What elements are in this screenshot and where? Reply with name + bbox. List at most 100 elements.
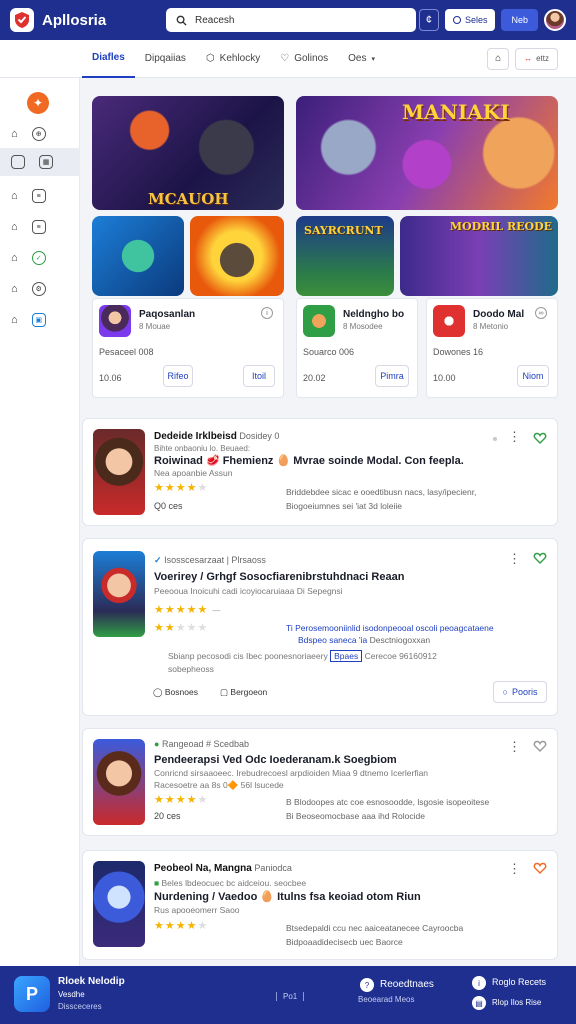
search-icon xyxy=(176,15,187,26)
shuffle-icon: ↔ xyxy=(524,54,533,63)
tab-3[interactable]: ♡ Golinos xyxy=(270,40,338,78)
more-icon[interactable]: ⋮ xyxy=(508,739,521,755)
hero-title: SAYRCRUNT xyxy=(304,224,383,237)
heart-icon[interactable] xyxy=(533,861,547,875)
list-item[interactable]: Peobeol Na, Mangna Paniodca ■ Beles lbde… xyxy=(82,850,558,960)
game-name: Doodo Mal xyxy=(473,309,525,320)
comment-button[interactable]: ◯ Bosnoes xyxy=(153,687,198,698)
item-desc: Racesoetre aa 8s 0🔶 56l lsucede xyxy=(154,780,284,790)
filter-button[interactable]: ↔ ettz xyxy=(515,47,558,70)
search-bar[interactable] xyxy=(166,8,416,32)
hero-banner-right[interactable]: MANIAKI xyxy=(296,96,558,210)
link-icon[interactable]: ∞ xyxy=(535,307,547,319)
account-button[interactable]: Neb xyxy=(501,9,538,31)
footer-logo[interactable]: P xyxy=(14,976,50,1012)
sidebar-item-stats[interactable]: ⌂ ▣ xyxy=(0,306,80,334)
footer-link[interactable]: Roglo Recets xyxy=(492,977,546,987)
hero-title: MCAUOH xyxy=(148,190,229,208)
home-icon: ⌂ xyxy=(11,283,18,295)
hero-title: MODRIL REODE xyxy=(449,220,552,233)
sidebar-item-friends[interactable]: ⌂ ≡ xyxy=(0,213,80,241)
info-icon[interactable]: i xyxy=(472,976,486,990)
verified-icon: ✓ xyxy=(154,555,162,565)
tab-0[interactable]: Diafles xyxy=(82,40,135,78)
sidebar-item-community[interactable]: ⌂ ⚙ xyxy=(0,275,80,303)
footer-brand-sub: Dissceceres xyxy=(58,1002,102,1011)
item-detail-link[interactable]: Bdspeo saneca 'ia xyxy=(298,635,367,645)
tab-4[interactable]: Oes ▾ xyxy=(338,40,385,78)
more-icon[interactable]: ⋮ xyxy=(508,429,521,445)
footer-link[interactable]: Reoedtnaes xyxy=(380,979,434,990)
circle-icon: ○ xyxy=(502,687,508,697)
status-icon: ● xyxy=(154,739,160,749)
sales-button[interactable]: Seles xyxy=(444,9,496,31)
tab-1[interactable]: Dipqaiias xyxy=(135,40,196,78)
list-item[interactable]: Dedeide Irklbeisd Dosidey 0 Roiwinad 🥩 F… xyxy=(82,418,558,526)
search-input[interactable] xyxy=(195,14,395,26)
heart-icon[interactable] xyxy=(533,551,547,565)
heart-icon[interactable] xyxy=(533,739,547,753)
game-downloads: Pesaceel 008 xyxy=(99,347,154,357)
more-icon[interactable]: ⋮ xyxy=(508,551,521,567)
bell-icon: ¢ xyxy=(425,14,433,26)
item-meta-text: Isosscesarzaat | Plrsaoss xyxy=(164,555,266,565)
grid-icon: ▦ xyxy=(39,155,53,169)
footer-brand-sub: Vesdhe xyxy=(58,990,85,999)
sidebar-item-home[interactable]: ⌂ ⊕ xyxy=(0,120,80,148)
item-desc: ■ Beles lbdeocuec bc aidceiou. seocbee xyxy=(154,878,306,888)
globe-icon: ⊕ xyxy=(31,127,46,141)
game-downloads: Dowones 16 xyxy=(433,347,484,357)
item-detail: Ti Perosemooniinlid isodonpeooal oscoli … xyxy=(286,623,494,633)
help-icon[interactable]: ? xyxy=(360,978,374,992)
hero-banner-left[interactable]: MCAUOH xyxy=(92,96,284,210)
sidebar-item-chat[interactable]: ⌂ ✓ xyxy=(0,244,80,272)
tab-2[interactable]: ⬡ Kehlocky xyxy=(196,40,270,78)
game-sub: 8 Mosodee xyxy=(343,322,383,331)
tag-badge[interactable]: Bpaes xyxy=(330,650,363,662)
sidebar-item-library[interactable]: ▦ xyxy=(0,148,80,176)
item-desc: Bihte onbaoniu lo. Beuaed: xyxy=(154,444,251,453)
doc-icon: ≡ xyxy=(31,220,46,234)
more-icon[interactable]: ⋮ xyxy=(508,861,521,877)
game-get-button[interactable]: Itoil xyxy=(243,365,275,387)
play-button[interactable]: ○ Pooris xyxy=(493,681,547,703)
tab-label: Kehlocky xyxy=(219,53,261,64)
game-card[interactable]: Paqosanlan 8 Mouae i Pesaceel 008 10.06 … xyxy=(92,298,284,398)
heart-icon[interactable] xyxy=(533,431,547,445)
notification-button[interactable]: ¢ xyxy=(418,9,439,31)
game-card[interactable]: Doodo Mal 8 Metonio ∞ Dowones 16 10.00 N… xyxy=(426,298,558,398)
hero-tile-3[interactable]: SAYRCRUNT xyxy=(296,216,394,296)
item-title: Voerirey / Grhgf Sosocfiarenibrstuhdnaci… xyxy=(154,571,405,583)
item-meta: ✓ Isosscesarzaat | Plrsaoss xyxy=(154,555,266,566)
hero-tile-4[interactable]: MODRIL REODE xyxy=(400,216,558,296)
avatar[interactable] xyxy=(544,9,566,31)
footer-brand: Rloek Nelodip xyxy=(58,976,125,987)
hero-tile-2[interactable] xyxy=(190,216,284,296)
online-badge: ■ xyxy=(154,878,160,888)
list-item[interactable]: ● Rangeoad # Scedbab Pendeerapsi Ved Odc… xyxy=(82,728,558,836)
game-price: 20.02 xyxy=(303,373,326,383)
settings-icon: ⚙ xyxy=(31,282,46,296)
list-item[interactable]: ✓ Isosscesarzaat | Plrsaoss Voerirey / G… xyxy=(82,538,558,716)
game-button[interactable]: Pimra xyxy=(375,365,409,387)
share-button[interactable]: ▢ Bergoeon xyxy=(220,687,267,698)
item-detail: Bidpoaadidecisecb uec Baorce xyxy=(286,937,403,947)
game-button[interactable]: Rifeo xyxy=(163,365,193,387)
app-logo[interactable] xyxy=(10,8,34,32)
game-card[interactable]: Neldngho bo 8 Mosodee Souarco 006 20.02 … xyxy=(296,298,418,398)
item-desc: Rus apooeomerr Saoo xyxy=(154,905,240,915)
game-thumbnail xyxy=(93,551,145,637)
sidebar-item-store[interactable]: ⌂ ≡ xyxy=(0,182,80,210)
footer-link-sub[interactable]: Rlop Ilos Rise xyxy=(492,998,541,1007)
fire-icon[interactable]: ✦ xyxy=(27,92,49,114)
doc-icon[interactable]: ▤ xyxy=(472,996,486,1010)
footer-divider-label: Po1 xyxy=(276,992,305,1001)
hero-tile-1[interactable] xyxy=(92,216,184,296)
footer: P Rloek Nelodip Vesdhe Dissceceres Po1 ?… xyxy=(0,966,576,1024)
game-button[interactable]: Niom xyxy=(517,365,549,387)
item-author: Dedeide Irklbeisd xyxy=(154,431,237,442)
info-icon[interactable]: i xyxy=(261,307,273,319)
item-desc: sobepheoss xyxy=(168,664,214,674)
home-icon: ⌂ xyxy=(11,190,18,202)
home-button[interactable]: ⌂ xyxy=(487,47,510,70)
